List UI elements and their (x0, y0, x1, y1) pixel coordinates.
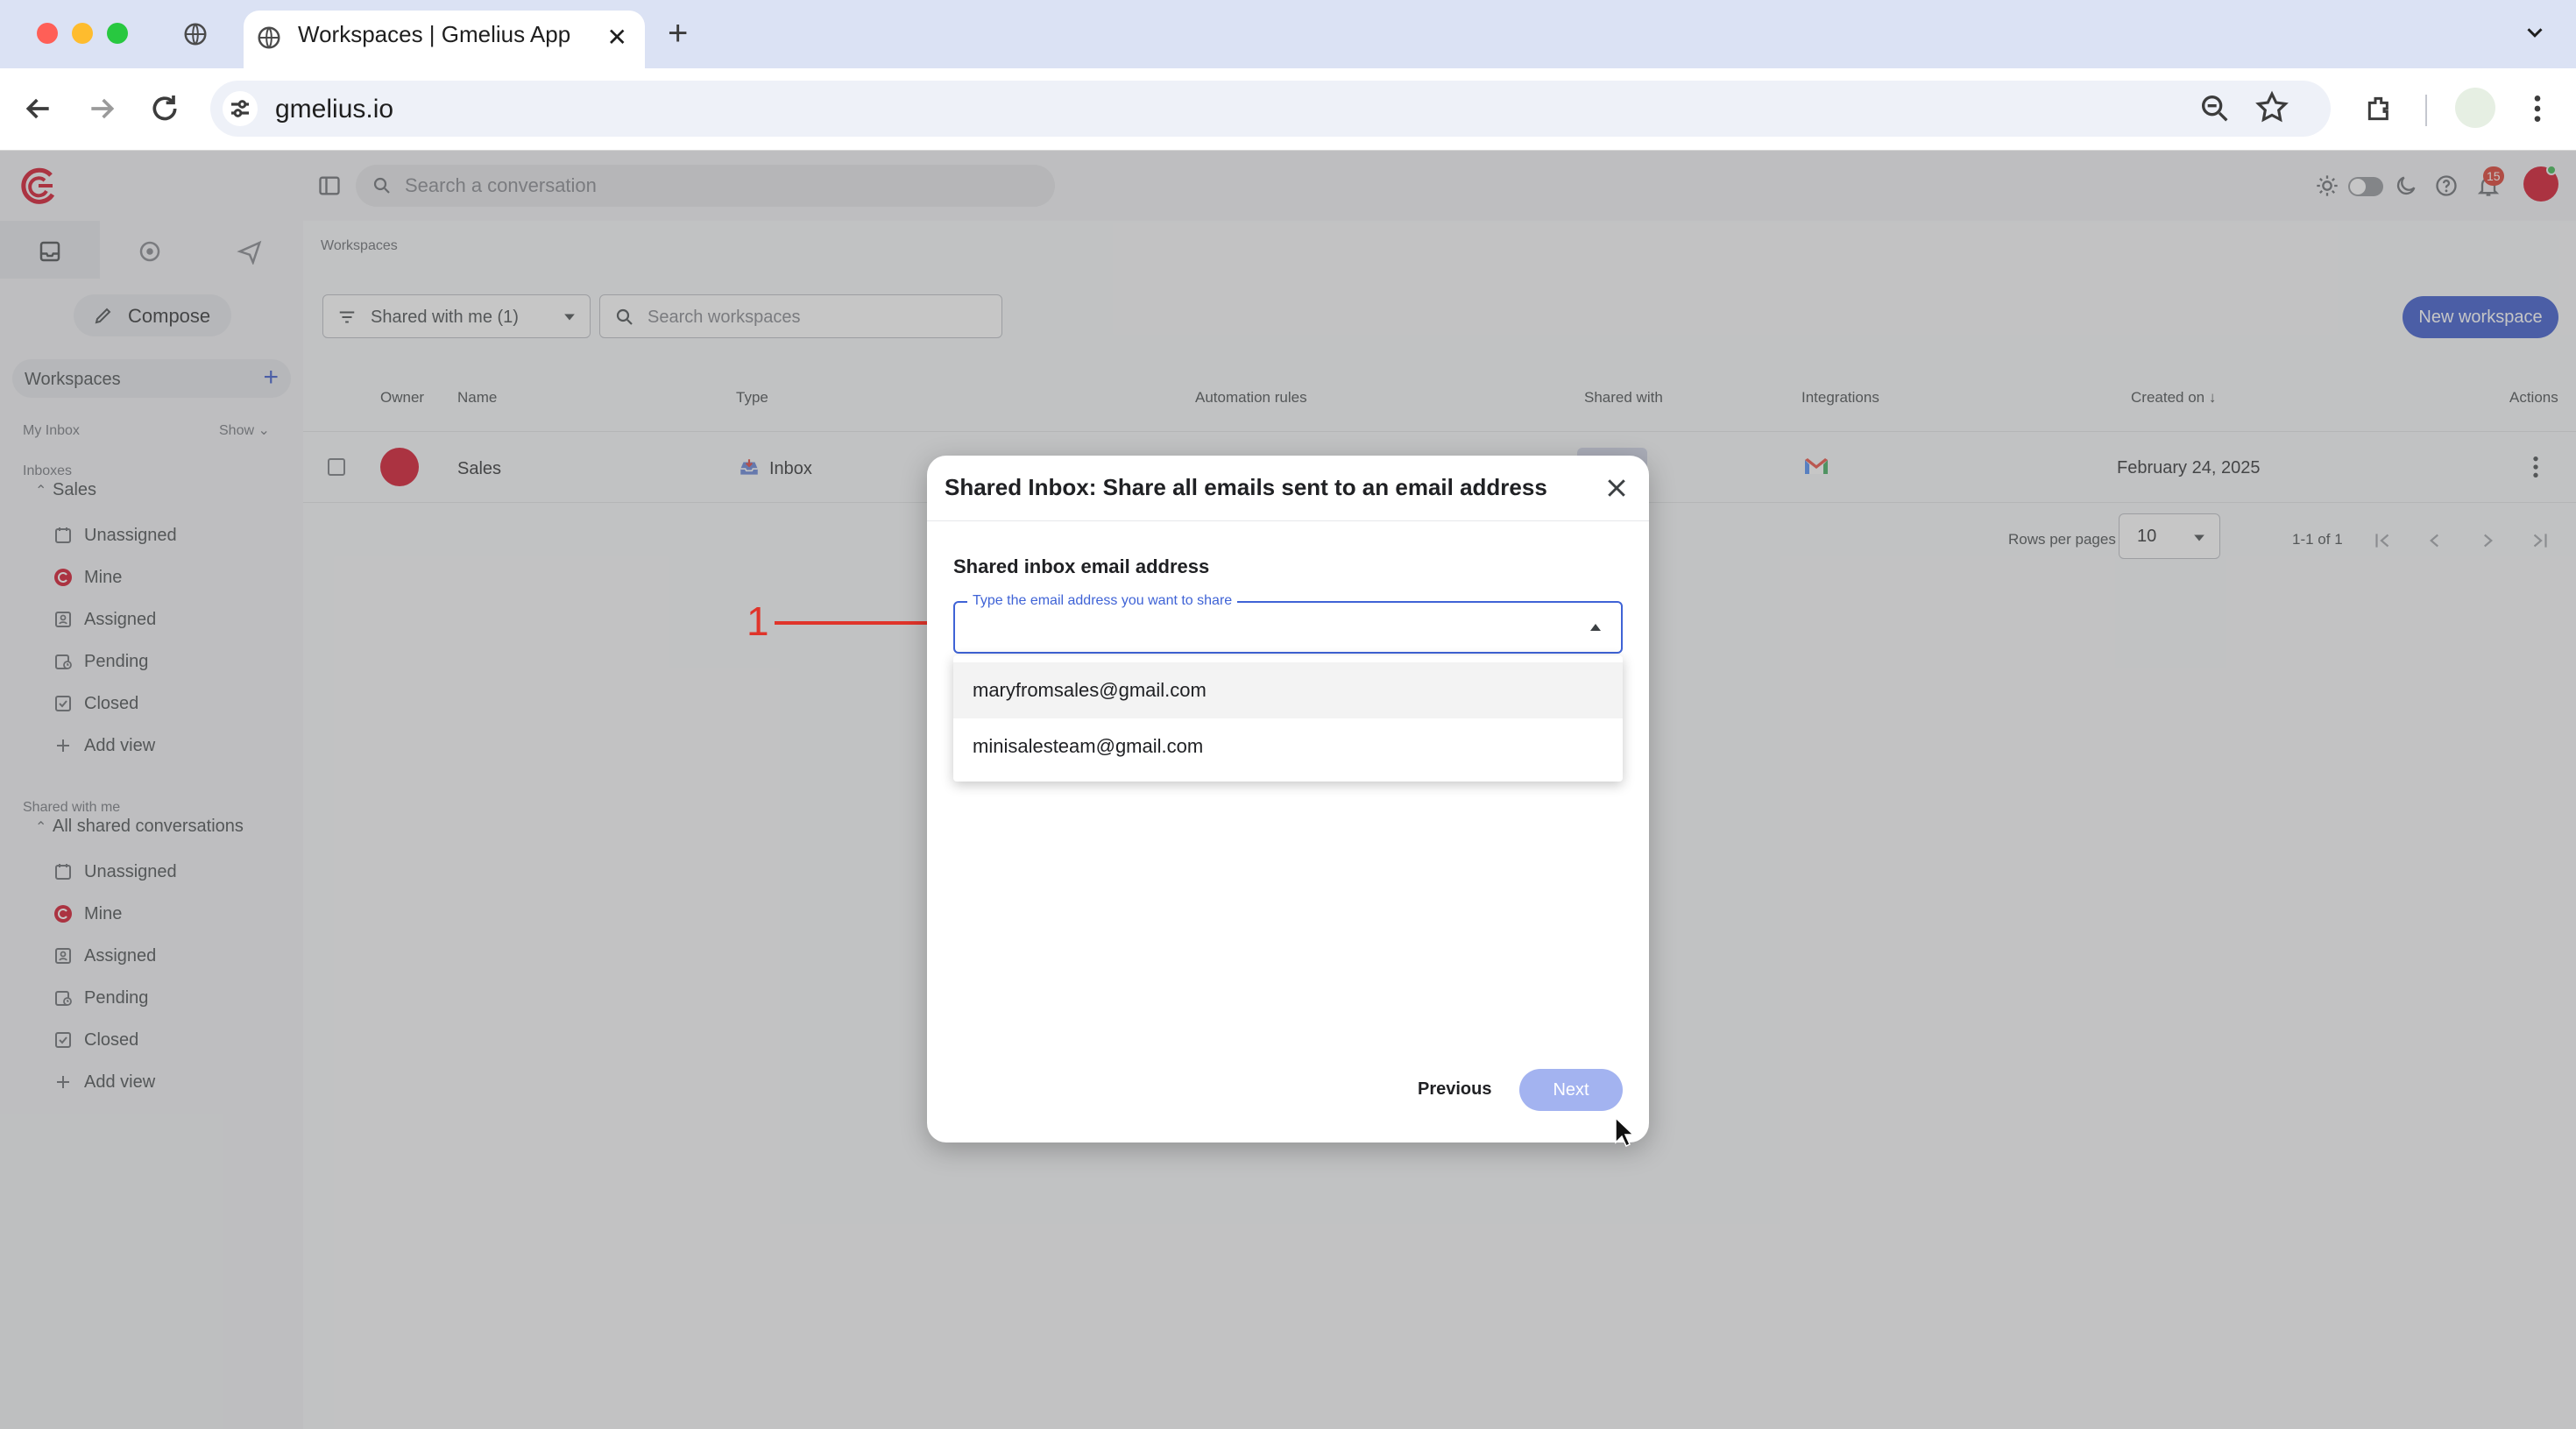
back-icon[interactable] (21, 91, 56, 126)
email-field-label: Type the email address you want to share (967, 592, 1238, 610)
browser-tab-active[interactable]: Workspaces | Gmelius App ✕ (244, 11, 645, 68)
new-tab-icon[interactable]: + (668, 16, 688, 51)
more-vert-icon[interactable] (2520, 91, 2555, 126)
mouse-cursor-icon (1615, 1116, 1635, 1148)
email-address-input[interactable]: Type the email address you want to share (953, 592, 1623, 654)
dialog-divider (927, 520, 1649, 521)
browser-tab-strip: Workspaces | Gmelius App ✕ + (0, 0, 2576, 68)
shared-inbox-dialog: Shared Inbox: Share all emails sent to a… (927, 456, 1649, 1142)
tab-title: Workspaces | Gmelius App (298, 21, 571, 47)
globe-icon[interactable] (182, 21, 209, 47)
caret-up-icon[interactable] (1589, 622, 1602, 633)
dialog-title: Shared Inbox: Share all emails sent to a… (945, 474, 1547, 500)
globe-icon (258, 26, 280, 49)
next-button[interactable]: Next (1519, 1069, 1623, 1111)
email-option[interactable]: maryfromsales@gmail.com (953, 662, 1623, 718)
annotation-number: 1 (747, 598, 769, 644)
forward-icon[interactable] (84, 91, 119, 126)
email-option-label: minisalesteam@gmail.com (973, 735, 1204, 757)
extensions-icon[interactable] (2362, 91, 2397, 126)
close-icon[interactable] (1603, 475, 1630, 501)
bookmark-star-icon[interactable] (2254, 89, 2290, 126)
browser-toolbar: gmelius.io (0, 68, 2576, 151)
zoom-icon[interactable] (2197, 91, 2233, 126)
reload-icon[interactable] (147, 91, 182, 126)
email-suggestions-list: maryfromsales@gmail.com minisalesteam@gm… (953, 655, 1623, 782)
email-option[interactable]: minisalesteam@gmail.com (953, 718, 1623, 775)
chevron-down-icon[interactable] (2522, 19, 2548, 46)
window-minimize-button[interactable] (72, 23, 93, 44)
toolbar-divider (2425, 95, 2427, 126)
tab-close-icon[interactable]: ✕ (607, 25, 627, 51)
site-settings-icon[interactable] (223, 91, 258, 126)
previous-button[interactable]: Previous (1418, 1079, 1491, 1099)
email-option-label: maryfromsales@gmail.com (973, 679, 1207, 701)
field-heading: Shared inbox email address (953, 555, 1210, 577)
window-maximize-button[interactable] (107, 23, 128, 44)
url-text[interactable]: gmelius.io (275, 95, 393, 124)
address-bar[interactable]: gmelius.io (210, 81, 2331, 137)
profile-avatar[interactable] (2455, 88, 2495, 128)
window-close-button[interactable] (37, 23, 58, 44)
